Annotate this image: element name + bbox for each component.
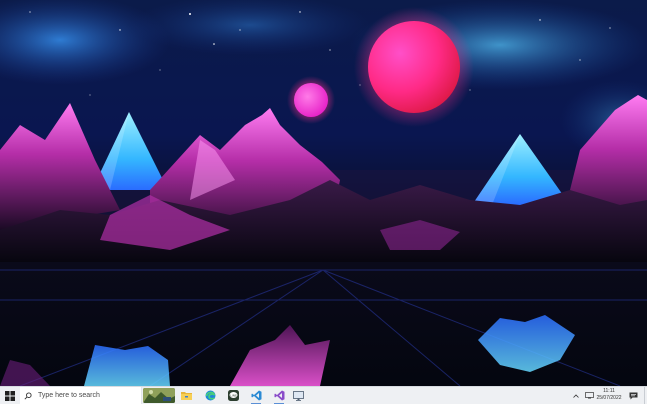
show-hidden-icons-button[interactable] [571, 387, 581, 404]
news-weather-widget[interactable] [143, 388, 175, 403]
taskbar-app-edge[interactable] [201, 387, 219, 404]
search-icon [24, 391, 32, 400]
notification-icon [629, 392, 637, 399]
clock-date: 25/07/2022 [596, 395, 622, 401]
line-chat-icon: LINE [227, 390, 239, 401]
windows-logo-icon [5, 390, 15, 401]
vscode-icon [251, 390, 261, 401]
taskbar-clock[interactable]: 11:11 25/07/2022 [596, 388, 622, 404]
taskbar: Type here to search LINE 11:11 25/07/202… [0, 386, 647, 404]
notification-center-button[interactable] [626, 387, 640, 404]
desktop[interactable] [0, 0, 647, 386]
svg-text:LINE: LINE [230, 393, 237, 397]
search-placeholder: Type here to search [38, 392, 100, 399]
clock-time: 11:11 [603, 388, 615, 394]
network-tray-button[interactable] [583, 387, 595, 404]
chevron-up-icon [573, 393, 579, 398]
taskbar-app-visual-studio[interactable] [270, 387, 288, 404]
network-icon [584, 392, 594, 399]
start-button[interactable] [0, 387, 20, 404]
taskbar-app-remote-desktop[interactable] [289, 387, 307, 404]
taskbar-app-file-explorer[interactable] [177, 387, 195, 404]
taskbar-app-line[interactable]: LINE [224, 387, 242, 404]
landscape-thumbnail-icon [143, 388, 175, 403]
synthwave-wallpaper [0, 0, 647, 386]
taskbar-search-box[interactable]: Type here to search [20, 387, 142, 404]
taskbar-app-vscode[interactable] [247, 387, 265, 404]
edge-icon [205, 390, 215, 401]
folder-icon [180, 392, 192, 400]
monitor-icon [292, 390, 304, 401]
visual-studio-icon [274, 390, 284, 401]
